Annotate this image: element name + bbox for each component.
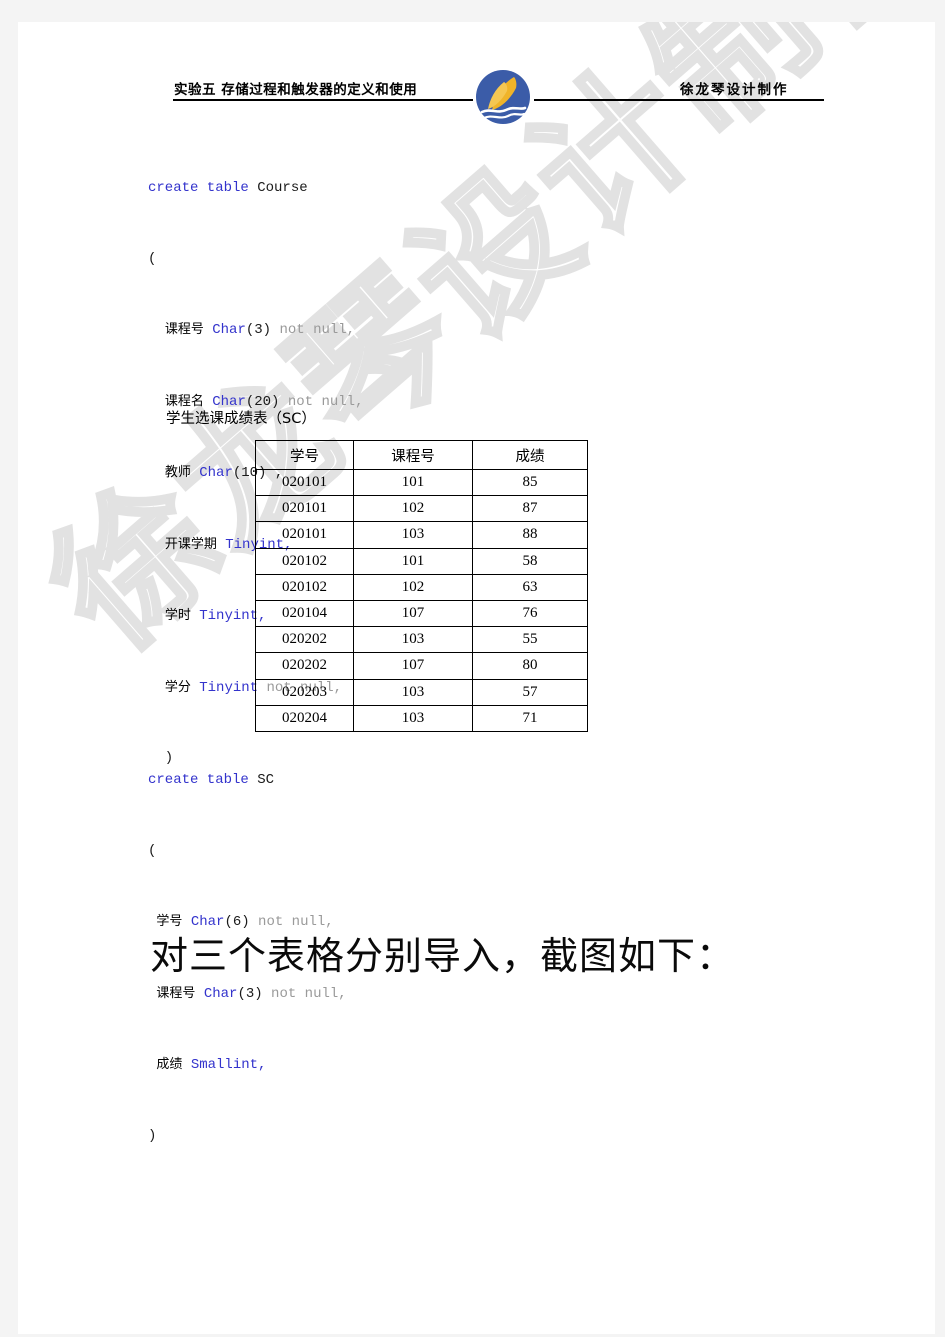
code-line: 课程号 Char(3) not null, <box>164 322 356 338</box>
sc-data-table: 学号 课程号 成绩 020101 101 85 020101 102 87 02… <box>255 440 588 732</box>
code-line: create table SC <box>148 772 275 788</box>
cell-student-id: 020203 <box>255 678 354 706</box>
section-heading: 对三个表格分别导入，截图如下： <box>150 936 736 978</box>
column-header-course-id: 课程号 <box>353 440 473 470</box>
cell-score: 57 <box>472 678 588 706</box>
table-row: 020101 102 87 <box>255 495 588 523</box>
cell-course-id: 107 <box>353 652 473 680</box>
column-header-score: 成绩 <box>472 440 588 470</box>
cell-student-id: 020102 <box>255 547 354 575</box>
cell-student-id: 020101 <box>255 468 354 497</box>
table-row: 020102 101 58 <box>255 547 588 575</box>
table-row: 020202 107 80 <box>255 652 588 680</box>
cell-course-id: 102 <box>353 573 473 601</box>
cell-course-id: 103 <box>353 678 473 706</box>
header-left-title: 实验五 存储过程和触发器的定义和使用 <box>174 82 418 98</box>
cell-course-id: 103 <box>353 521 473 549</box>
cell-course-id: 101 <box>353 468 473 497</box>
sail-boat-logo-icon <box>470 64 536 130</box>
cell-score: 71 <box>472 704 588 732</box>
cell-student-id: 020101 <box>255 495 354 523</box>
header-rule-right <box>534 99 824 101</box>
cell-course-id: 102 <box>353 495 473 523</box>
code-line: ) <box>148 1127 157 1144</box>
page-header: 实验五 存储过程和触发器的定义和使用 徐龙琴设计制作 <box>18 22 935 124</box>
header-right-title: 徐龙琴设计制作 <box>680 82 789 98</box>
table-header-row: 学号 课程号 成绩 <box>255 440 588 470</box>
cell-course-id: 103 <box>353 704 473 732</box>
cell-score: 55 <box>472 626 588 654</box>
sc-table-caption: 学生选课成绩表（SC） <box>166 411 316 427</box>
table-row: 020104 107 76 <box>255 599 588 628</box>
table-row: 020101 103 88 <box>255 521 588 549</box>
cell-course-id: 107 <box>353 599 473 628</box>
cell-score: 88 <box>472 521 588 549</box>
cell-course-id: 101 <box>353 547 473 575</box>
cell-score: 63 <box>472 573 588 601</box>
cell-score: 87 <box>472 495 588 523</box>
code-line: create table Course <box>148 180 308 196</box>
cell-student-id: 020104 <box>255 599 354 628</box>
table-row: 020102 102 63 <box>255 573 588 601</box>
cell-student-id: 020101 <box>255 521 354 549</box>
cell-score: 80 <box>472 652 588 680</box>
cell-score: 85 <box>472 468 588 497</box>
code-line: ( <box>148 250 157 267</box>
cell-student-id: 020102 <box>255 573 354 601</box>
cell-course-id: 103 <box>353 626 473 654</box>
table-row: 020101 101 85 <box>255 468 588 497</box>
table-row: 020203 103 57 <box>255 678 588 706</box>
cell-score: 76 <box>472 599 588 628</box>
code-line: 课程号 Char(3) not null, <box>156 985 347 1002</box>
cell-student-id: 020202 <box>255 626 354 654</box>
document-page: 徐龙琴设计制作 实验五 存储过程和触发器的定义和使用 徐龙琴设计制作 creat… <box>18 22 935 1334</box>
table-row: 020202 103 55 <box>255 626 588 654</box>
cell-score: 58 <box>472 547 588 575</box>
code-line: ( <box>148 842 157 859</box>
code-line: 成绩 Smallint, <box>156 1057 267 1073</box>
cell-student-id: 020202 <box>255 652 354 680</box>
column-header-student-id: 学号 <box>255 440 354 470</box>
header-rule-left <box>173 99 473 101</box>
